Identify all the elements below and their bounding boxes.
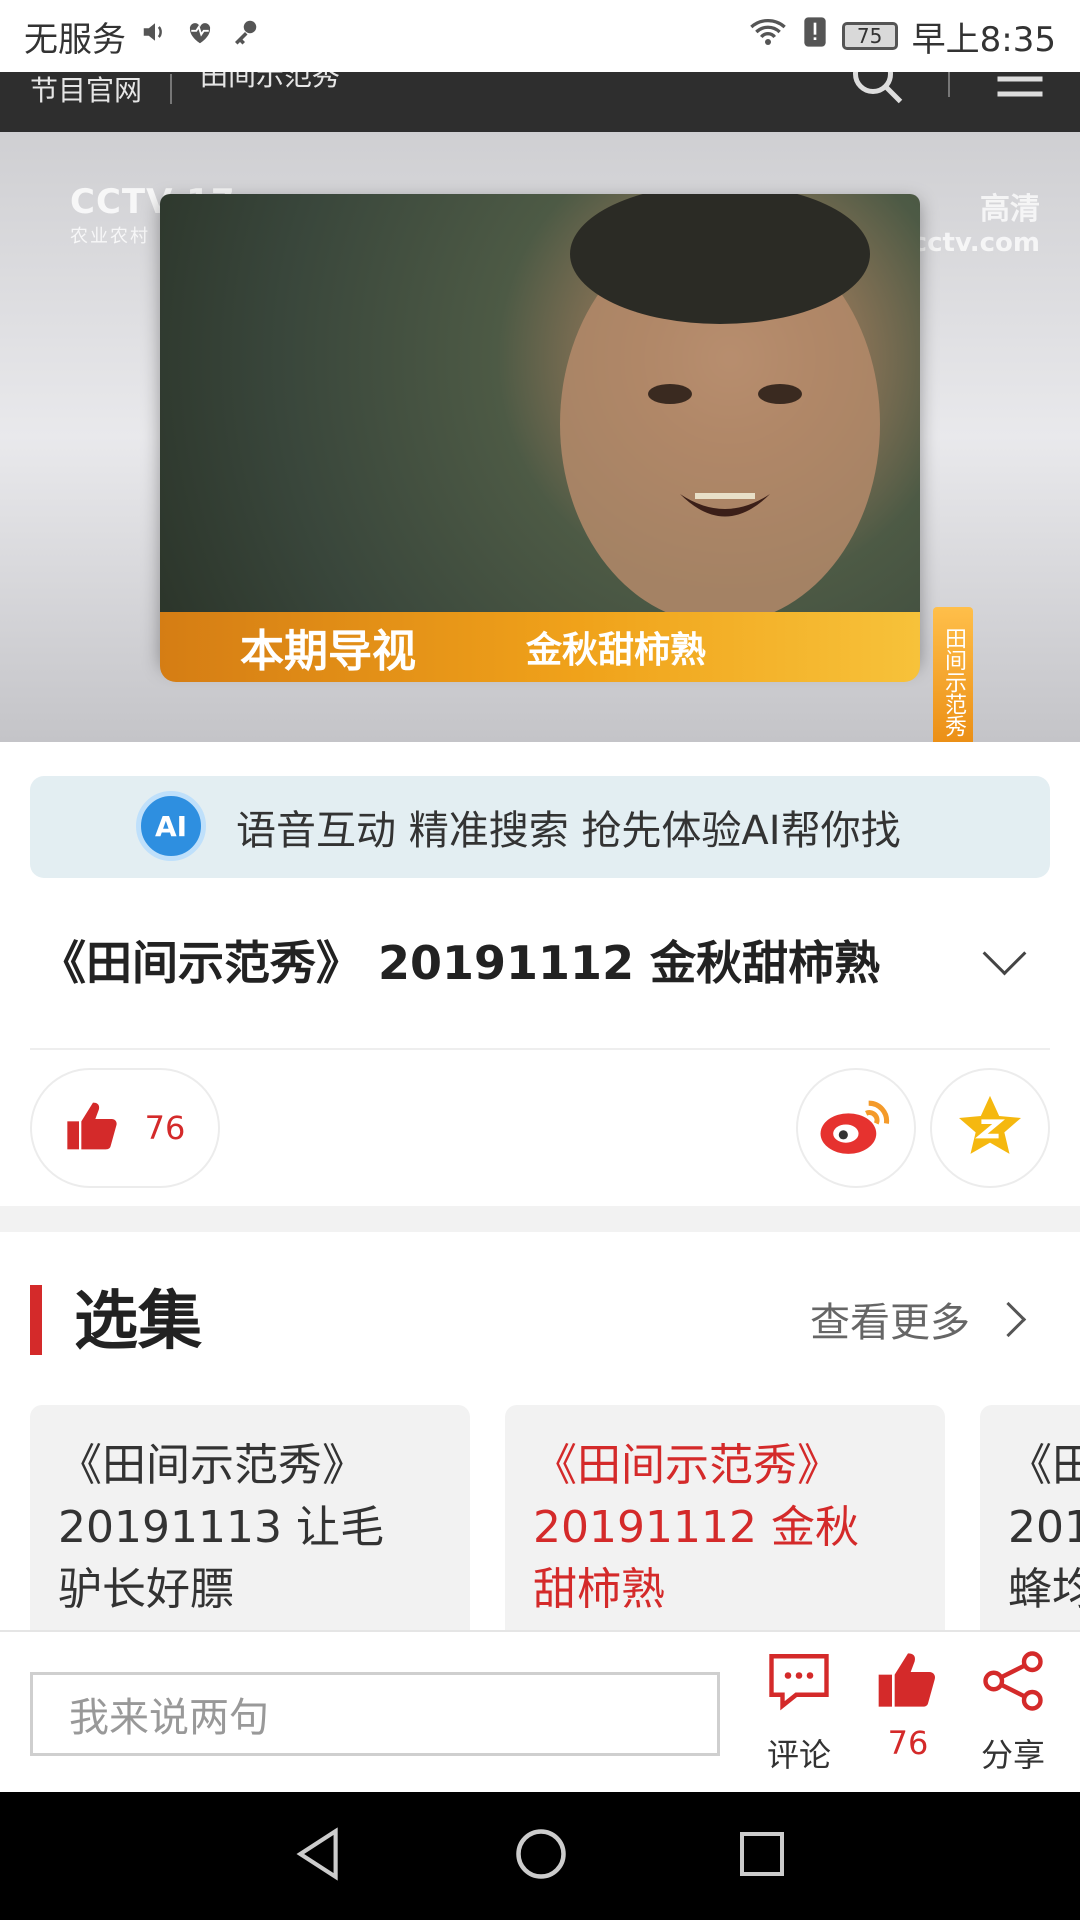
hd-logo: 高清 cctv.com bbox=[911, 192, 1040, 258]
volume-icon bbox=[140, 16, 170, 56]
episode-title: 《田间示范秀》 20191112 金秋甜柿熟 bbox=[40, 936, 881, 990]
episode-card[interactable]: 《田间示范秀》 20191113 让毛 驴长好膘 bbox=[30, 1405, 470, 1630]
episode-card-line: 20191112 金秋 bbox=[533, 1502, 859, 1553]
share-label: 分享 bbox=[980, 1736, 1045, 1774]
episode-card-line: 《田 bbox=[1008, 1440, 1080, 1491]
episode-card-line: 甜柿熟 bbox=[533, 1564, 665, 1615]
search-icon[interactable] bbox=[848, 72, 908, 116]
ai-banner-text: 语音互动 精准搜索 抢先体验AI帮你找 bbox=[236, 808, 901, 854]
video-frame bbox=[160, 184, 920, 664]
comment-input[interactable]: 我来说两句 bbox=[30, 1672, 720, 1756]
site-link[interactable]: 节目官网 bbox=[30, 72, 142, 109]
like-button[interactable]: 76 bbox=[30, 1068, 220, 1188]
qzone-star-icon bbox=[955, 1093, 1025, 1163]
ai-search-icon: AI bbox=[136, 791, 206, 861]
battery-icon: 75 bbox=[841, 22, 898, 50]
alert-sim-icon bbox=[802, 16, 828, 57]
episode-card[interactable]: 《田 201 蜂均 bbox=[980, 1405, 1080, 1630]
header-divider bbox=[170, 74, 173, 104]
episode-card-line: 《田间示范秀》 bbox=[533, 1440, 841, 1491]
key-icon bbox=[230, 16, 260, 56]
episode-card-line: 20191113 让毛 bbox=[58, 1502, 384, 1553]
share-button[interactable]: 分享 bbox=[980, 1650, 1046, 1776]
episode-title-row[interactable]: 《田间示范秀》 20191112 金秋甜柿熟 bbox=[40, 920, 1040, 1000]
section-title: 选集 bbox=[74, 1285, 202, 1359]
program-name: 田间示范秀 bbox=[200, 72, 341, 92]
farmer-face-image bbox=[560, 184, 880, 624]
clock-text: 早上8:35 bbox=[911, 19, 1056, 60]
section-accent-bar bbox=[30, 1285, 42, 1355]
back-icon[interactable] bbox=[294, 1827, 344, 1885]
caption-sub: 金秋甜柿熟 bbox=[526, 630, 707, 671]
carrier-text: 无服务 bbox=[24, 19, 126, 60]
cctv-com-logo: cctv.com bbox=[911, 228, 1040, 258]
home-icon[interactable] bbox=[514, 1827, 568, 1885]
comment-button[interactable]: 评论 bbox=[766, 1650, 832, 1776]
weibo-icon bbox=[818, 1095, 894, 1161]
share-icon bbox=[980, 1650, 1046, 1720]
system-nav-bar bbox=[0, 1792, 1080, 1920]
comment-icon bbox=[766, 1650, 832, 1720]
section-separator bbox=[0, 1206, 1080, 1232]
weibo-share-button[interactable] bbox=[796, 1068, 916, 1188]
bottom-like-count: 76 bbox=[887, 1724, 929, 1762]
header-divider-2 bbox=[948, 72, 950, 97]
caption-bar: 本期导视 金秋甜柿熟 bbox=[160, 612, 920, 682]
episode-card-active[interactable]: 《田间示范秀》 20191112 金秋 甜柿熟 bbox=[505, 1405, 945, 1630]
chevron-right-icon bbox=[990, 1301, 1027, 1337]
comment-label: 评论 bbox=[766, 1736, 831, 1774]
thumbs-up-icon bbox=[65, 1100, 121, 1156]
episode-list: 《田间示范秀》 20191113 让毛 驴长好膘 《田间示范秀》 2019111… bbox=[30, 1405, 1080, 1630]
episode-card-line: 蜂均 bbox=[1008, 1564, 1080, 1615]
episode-card-line: 《田间示范秀》 bbox=[58, 1440, 366, 1491]
video-player[interactable]: CCTV 17 农业农村 高清 cctv.com 本期导视 金秋甜柿熟 田间示范… bbox=[0, 132, 1080, 742]
site-header: 节目官网 田间示范秀 bbox=[0, 72, 1080, 132]
episode-card-line: 驴长好膘 bbox=[58, 1564, 234, 1615]
wifi-icon bbox=[748, 16, 788, 56]
bottom-like-button[interactable]: 76 bbox=[876, 1650, 940, 1762]
chevron-down-icon[interactable] bbox=[982, 931, 1027, 975]
caption-main: 本期导视 bbox=[240, 626, 416, 677]
recents-icon[interactable] bbox=[738, 1830, 786, 1882]
view-more-label: 查看更多 bbox=[810, 1300, 970, 1346]
divider bbox=[30, 1048, 1050, 1050]
view-more-link[interactable]: 查看更多 bbox=[810, 1290, 1027, 1348]
thumbs-up-icon bbox=[876, 1650, 940, 1718]
status-bar: 无服务 75 早上8:35 bbox=[0, 0, 1080, 72]
side-tag: 田间示范秀 bbox=[933, 607, 973, 742]
qzone-share-button[interactable] bbox=[930, 1068, 1050, 1188]
like-count: 76 bbox=[144, 1109, 186, 1147]
episode-card-line: 201 bbox=[1008, 1502, 1080, 1553]
health-icon bbox=[184, 16, 216, 56]
menu-icon[interactable] bbox=[990, 72, 1050, 116]
ai-search-banner[interactable]: AI 语音互动 精准搜索 抢先体验AI帮你找 bbox=[30, 776, 1050, 878]
comment-bar: 我来说两句 评论 76 分享 bbox=[0, 1630, 1080, 1794]
